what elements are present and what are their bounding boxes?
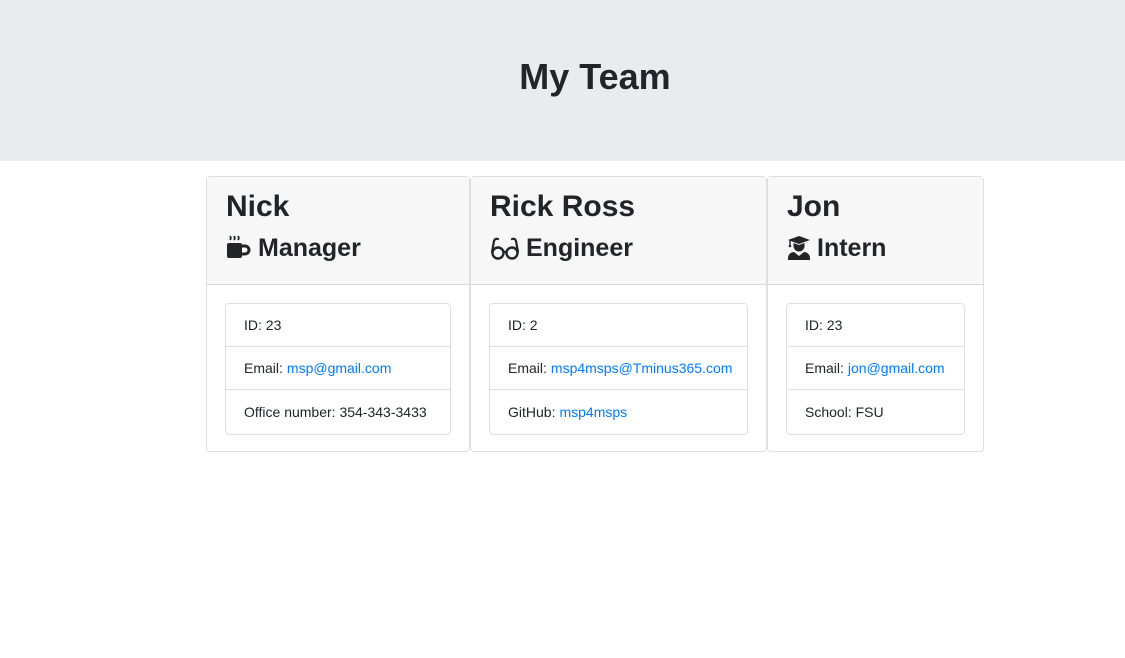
list-item-email: Email: jon@gmail.com: [787, 347, 964, 390]
email-link[interactable]: msp4msps@Tminus365.com: [551, 360, 733, 376]
employee-card-manager: Nick Manager ID: 23 Email: msp@gmail.com…: [206, 176, 470, 452]
office-number-text: Office number: 354-343-3433: [244, 404, 427, 420]
id-text: ID: 23: [244, 317, 282, 333]
list-item-school: School: FSU: [787, 390, 964, 434]
card-header: Jon Intern: [768, 177, 983, 285]
list-item-github: GitHub: msp4msps: [490, 390, 747, 434]
employee-role: Manager: [226, 232, 451, 264]
employee-card-engineer: Rick Ross Engineer ID: 2 Email: msp4msps…: [470, 176, 767, 452]
list-item-id: ID: 2: [490, 304, 747, 347]
glasses-icon: [490, 235, 520, 261]
id-text: ID: 23: [805, 317, 843, 333]
employee-name: Nick: [226, 190, 290, 223]
list-item-id: ID: 23: [787, 304, 964, 347]
email-link[interactable]: msp@gmail.com: [287, 360, 391, 376]
card-header: Nick Manager: [207, 177, 469, 285]
details-list: ID: 23 Email: jon@gmail.com School: FSU: [786, 303, 965, 435]
employee-card-intern: Jon Intern ID: 23 Email: jon@gmail.com S…: [767, 176, 984, 452]
email-label: Email:: [805, 360, 844, 376]
email-link[interactable]: jon@gmail.com: [848, 360, 945, 376]
list-item-office: Office number: 354-343-3433: [226, 390, 450, 434]
role-label: Engineer: [526, 234, 633, 262]
employee-role: Engineer: [490, 232, 748, 264]
role-label: Intern: [817, 234, 887, 262]
page-title: My Team: [519, 56, 671, 97]
email-label: Email:: [508, 360, 547, 376]
github-link[interactable]: msp4msps: [559, 404, 627, 420]
details-list: ID: 2 Email: msp4msps@Tminus365.com GitH…: [489, 303, 748, 435]
employee-role: Intern: [787, 232, 965, 264]
role-label: Manager: [258, 234, 361, 262]
github-label: GitHub:: [508, 404, 556, 420]
details-list: ID: 23 Email: msp@gmail.com Office numbe…: [225, 303, 451, 435]
list-item-email: Email: msp@gmail.com: [226, 347, 450, 390]
coffee-mug-icon: [226, 235, 252, 261]
list-item-id: ID: 23: [226, 304, 450, 347]
list-item-email: Email: msp4msps@Tminus365.com: [490, 347, 747, 390]
header-banner: My Team: [0, 0, 1125, 161]
employee-name: Rick Ross: [490, 190, 636, 223]
email-label: Email:: [244, 360, 283, 376]
graduate-icon: [787, 235, 811, 261]
id-text: ID: 2: [508, 317, 538, 333]
card-header: Rick Ross Engineer: [471, 177, 766, 285]
school-text: School: FSU: [805, 404, 884, 420]
employee-name: Jon: [787, 190, 841, 223]
